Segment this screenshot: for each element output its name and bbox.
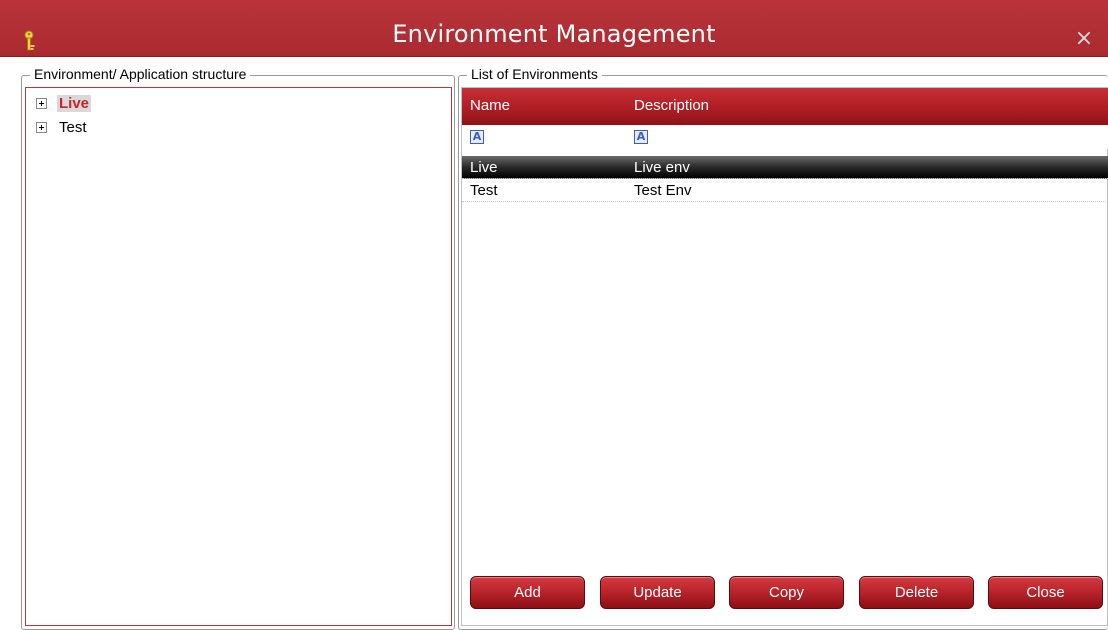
title-bar: Environment Management × [0,0,1108,57]
expand-icon[interactable] [36,121,47,133]
tree-node-test[interactable]: Test [36,117,89,137]
delete-button[interactable]: Delete [859,576,974,609]
filter-name-icon[interactable]: A [470,130,484,144]
close-button[interactable]: Close [988,576,1103,609]
tree-node-label: Live [57,94,92,112]
filter-row: A A [462,125,1108,149]
environment-list-legend: List of Environments [467,66,602,82]
column-header-description[interactable]: Description [634,97,709,114]
filter-description-icon[interactable]: A [634,130,648,144]
tree-node-live[interactable]: Live [36,93,92,113]
tree-node-label: Test [59,118,87,136]
table-row[interactable]: Test Test Env [462,179,1108,202]
cell-description: Test Env [634,182,692,199]
grid-header: Name Description [462,88,1108,125]
table-row[interactable]: Live Live env [462,156,1108,179]
window-title: Environment Management [392,20,716,48]
close-icon[interactable]: × [1072,27,1096,51]
cell-name: Test [470,182,498,199]
cell-description: Live env [634,159,690,176]
column-header-name[interactable]: Name [470,97,510,114]
add-button[interactable]: Add [470,576,585,609]
cell-name: Live [470,159,498,176]
environment-tree[interactable]: Live Test [25,87,452,626]
expand-icon[interactable] [36,97,47,109]
copy-button[interactable]: Copy [729,576,844,609]
environment-structure-legend: Environment/ Application structure [30,66,251,82]
update-button[interactable]: Update [600,576,715,609]
environment-grid: Name Description A A Live Live env Test … [461,87,1108,626]
